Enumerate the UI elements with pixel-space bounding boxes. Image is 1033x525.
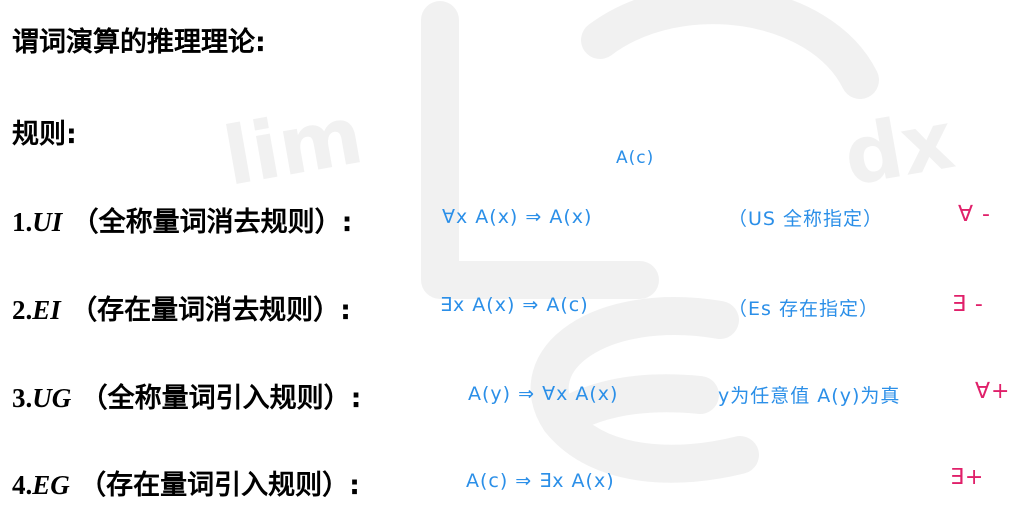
rule-2-name: （存在量词消去规则）: xyxy=(70,295,351,326)
rule-1-name: （全称量词消去规则）: xyxy=(71,207,353,238)
rule-1-abbr: UI xyxy=(32,207,63,237)
rule-1-formula: ∀x A(x) ⇒ A(x) xyxy=(442,206,593,228)
rule-2-title: 2.EI （存在量词消去规则）: xyxy=(12,288,351,327)
rule-3-name: （全称量词引入规则）: xyxy=(80,383,362,414)
notes-page: 谓词演算的推理理论: 规则: A(c) 1.UI （全称量词消去规则）: ∀x … xyxy=(0,0,1033,525)
rule-2-tag: ∃ - xyxy=(952,292,984,317)
rule-3-abbr: UG xyxy=(32,383,72,413)
rule-3-formula: A(y) ⇒ ∀x A(x) xyxy=(468,383,619,405)
rule-4-abbr: EG xyxy=(32,470,70,500)
rule-1-title: 1.UI （全称量词消去规则）: xyxy=(12,200,352,239)
rule-2-note: （Es 存在指定） xyxy=(728,298,879,320)
rule-4-formula: A(c) ⇒ ∃x A(x) xyxy=(466,470,615,492)
rule-3-note: y为任意值 A(y)为真 xyxy=(718,385,901,407)
rule-3-title: 3.UG （全称量词引入规则）: xyxy=(12,376,361,415)
rule-4-number: 4. xyxy=(12,470,33,500)
page-heading: 谓词演算的推理理论: xyxy=(12,27,266,58)
rule-4-title: 4.EG （存在量词引入规则）: xyxy=(12,463,360,502)
rule-1-note: （US 全称指定） xyxy=(728,208,884,230)
rule-2-number: 2. xyxy=(12,295,33,325)
rule-3-number: 3. xyxy=(12,383,33,413)
rule-3-tag: ∀+ xyxy=(975,379,1011,404)
rule-2-formula: ∃x A(x) ⇒ A(c) xyxy=(440,294,589,316)
rule-1-tag: ∀ - xyxy=(958,202,991,227)
rule1-above-note: A(c) xyxy=(616,148,655,168)
rule-1-number: 1. xyxy=(12,207,33,237)
rule-4-name: （存在量词引入规则）: xyxy=(79,470,360,501)
rules-subheading: 规则: xyxy=(12,119,77,150)
rule-2-abbr: EI xyxy=(32,295,61,325)
rule-4-tag: ∃+ xyxy=(950,465,985,490)
